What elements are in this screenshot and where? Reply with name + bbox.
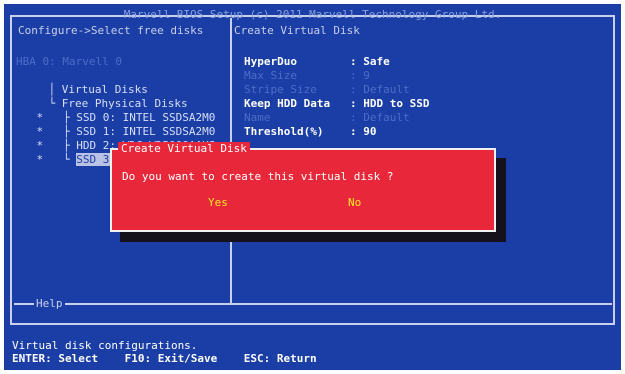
confirm-dialog: Create Virtual Disk Do you want to creat… (110, 142, 496, 232)
help-label: Help (34, 297, 65, 311)
tree-item-ssd3[interactable]: * └ SSD 3: (10, 139, 116, 181)
prop-val-name: : Default (350, 111, 410, 124)
bios-screen: Marvell BIOS Setup (c) 2011 Marvell Tech… (4, 4, 621, 370)
yes-button[interactable]: Yes (202, 196, 234, 210)
dialog-message: Do you want to create this virtual disk … (122, 170, 394, 183)
right-panel-title: Create Virtual Disk (234, 24, 360, 37)
prop-val-max-size: : 9 (350, 69, 370, 82)
tree-line-icon: └ (43, 153, 77, 166)
prop-key-name: Name (244, 111, 271, 124)
prop-val-hyperduo: : Safe (350, 55, 390, 68)
prop-key-stripe-size: Stripe Size (244, 83, 317, 96)
dialog-title: Create Virtual Disk (118, 142, 250, 156)
prop-val-stripe-size: : Default (350, 83, 410, 96)
prop-key-keep-hdd-data[interactable]: Keep HDD Data (244, 97, 330, 111)
bios-title: Marvell BIOS Setup (c) 2011 Marvell Tech… (123, 8, 502, 21)
prop-key-threshold[interactable]: Threshold(%) (244, 125, 323, 139)
prop-val-threshold: : 90 (350, 125, 377, 138)
help-text: Virtual disk configurations. (12, 339, 198, 352)
prop-key-max-size: Max Size (244, 69, 297, 82)
breadcrumb: Configure->Select free disks (18, 24, 204, 37)
key-hints: ENTER: Select F10: Exit/Save ESC: Return (12, 352, 317, 365)
prop-key-hyperduo[interactable]: HyperDuo (244, 55, 297, 69)
tree-root-hba[interactable]: HBA 0: Marvell 0 (16, 55, 122, 69)
no-button[interactable]: No (342, 196, 367, 210)
prop-val-keep-hdd-data: : HDD to SSD (350, 97, 430, 110)
help-divider (14, 303, 612, 305)
